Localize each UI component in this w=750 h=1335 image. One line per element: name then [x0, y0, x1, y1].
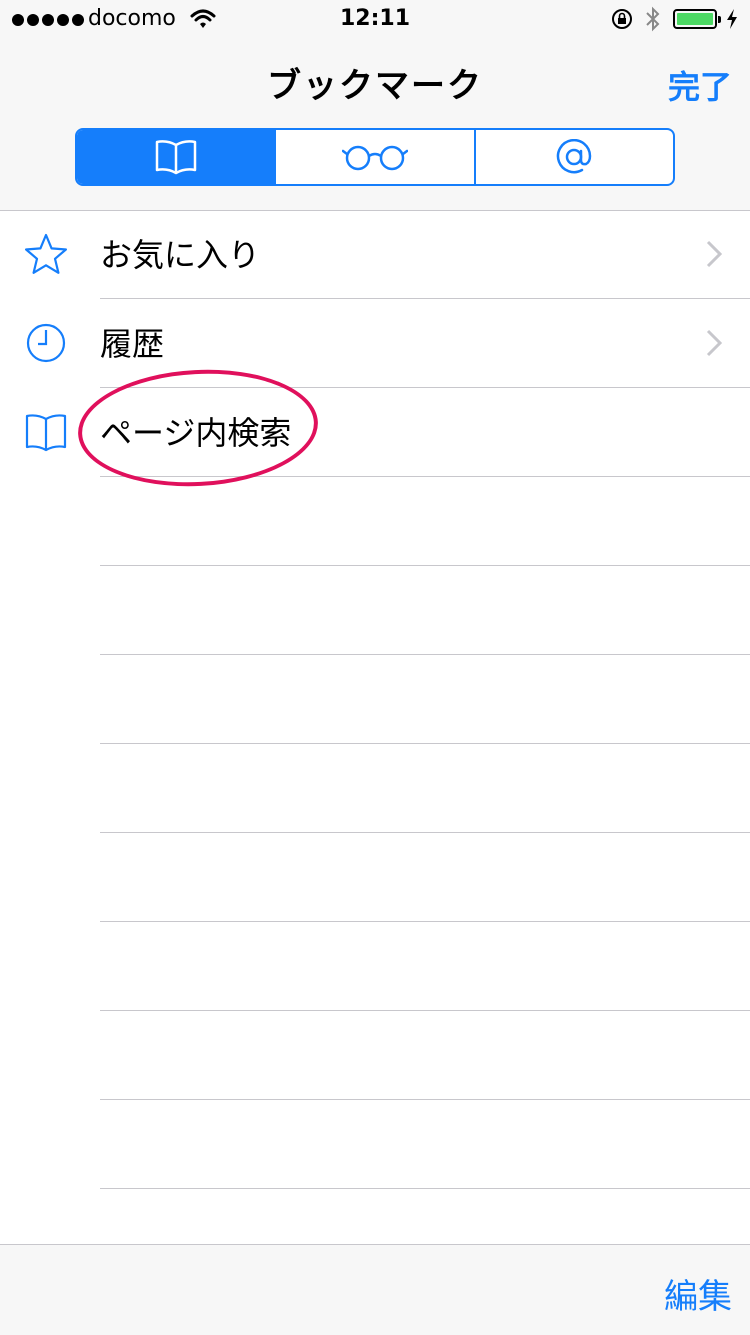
status-time: 12:11: [339, 6, 411, 31]
bookmark-segmented-control: [75, 128, 675, 186]
edit-button[interactable]: 編集: [664, 1269, 732, 1318]
segment-bookmarks[interactable]: [77, 130, 275, 184]
empty-row: [100, 566, 750, 655]
list-item-favorites[interactable]: お気に入り: [25, 210, 750, 299]
empty-row: [100, 833, 750, 922]
book-icon: [155, 140, 196, 175]
empty-row: [100, 1011, 750, 1100]
at-sign-icon: [557, 139, 592, 174]
segment-reading-list[interactable]: [274, 130, 473, 184]
bottom-toolbar: 編集: [0, 1244, 750, 1335]
list-item-label: 履歴: [100, 325, 165, 363]
done-button[interactable]: 完了: [668, 62, 732, 108]
empty-row: [100, 744, 750, 833]
chevron-right-icon: [706, 329, 722, 357]
empty-row: [100, 655, 750, 744]
empty-row: [100, 922, 750, 1011]
clock-icon: [26, 323, 66, 363]
empty-row: [100, 1100, 750, 1189]
chevron-right-icon: [706, 240, 722, 268]
list-item-label: お気に入り: [100, 236, 261, 274]
rotation-lock-icon: [612, 9, 632, 29]
glasses-icon: [341, 145, 408, 171]
empty-row: [100, 477, 750, 566]
bookmark-list: お気に入り 履歴 ページ内検索: [0, 210, 750, 1278]
charging-icon: [727, 9, 737, 29]
battery-icon: [673, 9, 721, 29]
book-icon: [25, 414, 67, 452]
status-bar: docomo 12:11: [0, 0, 750, 40]
segment-shared-links[interactable]: [473, 130, 673, 184]
page-title: ブックマーク: [267, 66, 483, 106]
header: docomo 12:11 ブックマーク 完了: [0, 0, 750, 211]
battery-level: [677, 13, 713, 25]
bluetooth-icon: [646, 6, 660, 32]
star-icon: [25, 233, 67, 274]
